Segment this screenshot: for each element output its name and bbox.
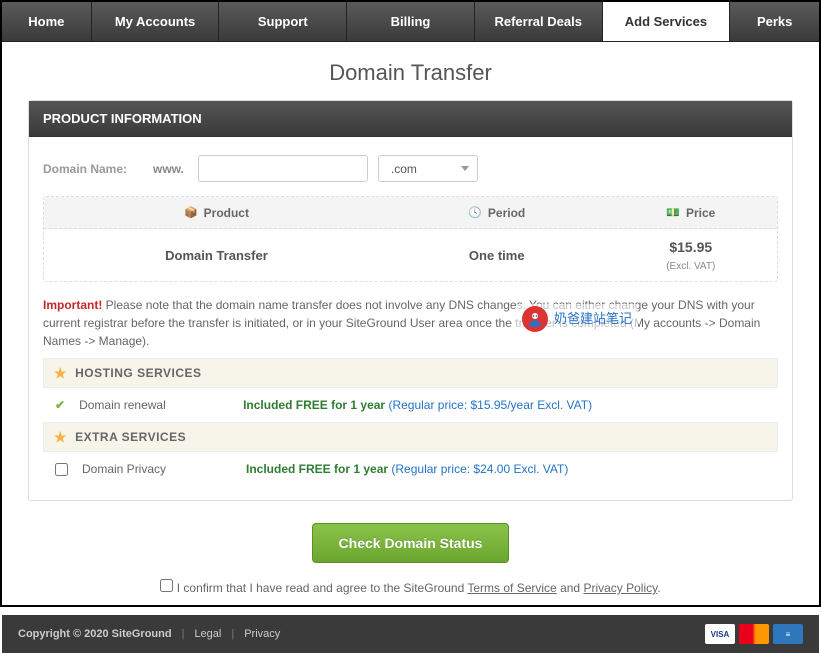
chevron-down-icon xyxy=(461,166,469,171)
extra-title: EXTRA SERVICES xyxy=(75,430,186,444)
hosting-service-status: Included FREE for 1 year xyxy=(243,398,385,412)
payment-cards: VISA ≡ xyxy=(705,624,803,644)
footer-privacy-link[interactable]: Privacy xyxy=(244,628,280,640)
important-text: Please note that the domain name transfe… xyxy=(43,298,760,348)
tld-select[interactable]: .com xyxy=(378,155,478,182)
domain-row: Domain Name: www. .com xyxy=(43,151,778,196)
avatar-icon xyxy=(522,306,548,332)
confirm-post: . xyxy=(657,581,660,595)
terms-link[interactable]: Terms of Service xyxy=(467,581,556,595)
amex-icon: ≡ xyxy=(773,624,803,644)
cell-product: Domain Transfer xyxy=(44,248,389,263)
footer: Copyright © 2020 SiteGround | Legal | Pr… xyxy=(2,615,819,653)
important-note: Important! Please note that the domain n… xyxy=(43,282,778,358)
page-title: Domain Transfer xyxy=(28,60,793,86)
star-icon: ★ xyxy=(54,429,67,446)
hosting-title: HOSTING SERVICES xyxy=(75,366,201,380)
cell-price: $15.95 xyxy=(669,239,712,255)
confirm-mid: and xyxy=(557,581,584,595)
cell-price-note: (Excl. VAT) xyxy=(666,261,715,272)
hosting-service-regular: (Regular price: $15.95/year Excl. VAT) xyxy=(388,398,592,412)
nav-my-accounts[interactable]: My Accounts xyxy=(92,2,220,41)
money-icon: 💵 xyxy=(666,206,680,219)
extra-service-status: Included FREE for 1 year xyxy=(246,462,388,476)
visa-icon: VISA xyxy=(705,624,735,644)
nav-perks[interactable]: Perks xyxy=(730,2,819,41)
nav-referral-deals[interactable]: Referral Deals xyxy=(475,2,603,41)
tld-value: .com xyxy=(391,162,417,176)
domain-privacy-checkbox[interactable] xyxy=(55,463,68,476)
hosting-service-name: Domain renewal xyxy=(79,398,229,412)
nav-add-services[interactable]: Add Services xyxy=(603,2,731,41)
hosting-section-header: ★ HOSTING SERVICES xyxy=(43,358,778,388)
star-icon: ★ xyxy=(54,365,67,382)
extra-service-name: Domain Privacy xyxy=(82,462,232,476)
col-period: Period xyxy=(488,206,525,220)
clock-icon: 🕓 xyxy=(468,206,482,219)
box-icon: 📦 xyxy=(184,206,198,219)
product-info-card: PRODUCT INFORMATION Domain Name: www. .c… xyxy=(28,100,793,501)
privacy-link[interactable]: Privacy Policy xyxy=(583,581,657,595)
confirm-pre: I confirm that I have read and agree to … xyxy=(177,581,468,595)
watermark-text: 奶爸建站笔记 xyxy=(554,309,632,329)
table-row: Domain Transfer One time $15.95 (Excl. V… xyxy=(44,229,777,281)
check-domain-status-button[interactable]: Check Domain Status xyxy=(312,523,510,563)
extra-service-row: Domain Privacy Included FREE for 1 year … xyxy=(43,452,778,486)
nav-billing[interactable]: Billing xyxy=(347,2,475,41)
important-label: Important! xyxy=(43,298,102,312)
nav-home[interactable]: Home xyxy=(2,2,92,41)
domain-input[interactable] xyxy=(198,155,368,182)
confirm-row: I confirm that I have read and agree to … xyxy=(28,573,793,615)
terms-checkbox[interactable] xyxy=(160,579,173,592)
cell-period: One time xyxy=(389,248,605,263)
nav-support[interactable]: Support xyxy=(219,2,347,41)
footer-copyright: Copyright © 2020 SiteGround xyxy=(18,628,172,640)
footer-legal-link[interactable]: Legal xyxy=(194,628,221,640)
hosting-service-row: ✔ Domain renewal Included FREE for 1 yea… xyxy=(43,388,778,422)
domain-label: Domain Name: xyxy=(43,162,143,176)
col-product: Product xyxy=(204,206,249,220)
card-header: PRODUCT INFORMATION xyxy=(29,101,792,137)
watermark-badge: 奶爸建站笔记 xyxy=(516,304,638,334)
domain-prefix: www. xyxy=(153,162,184,176)
check-icon: ✔ xyxy=(55,398,65,412)
extra-section-header: ★ EXTRA SERVICES xyxy=(43,422,778,452)
top-nav: Home My Accounts Support Billing Referra… xyxy=(2,2,819,42)
mastercard-icon xyxy=(739,624,769,644)
extra-service-regular: (Regular price: $24.00 Excl. VAT) xyxy=(391,462,568,476)
col-price: Price xyxy=(686,206,715,220)
product-table: 📦 Product 🕓 Period 💵 Price Domain Transfer … xyxy=(43,196,778,282)
